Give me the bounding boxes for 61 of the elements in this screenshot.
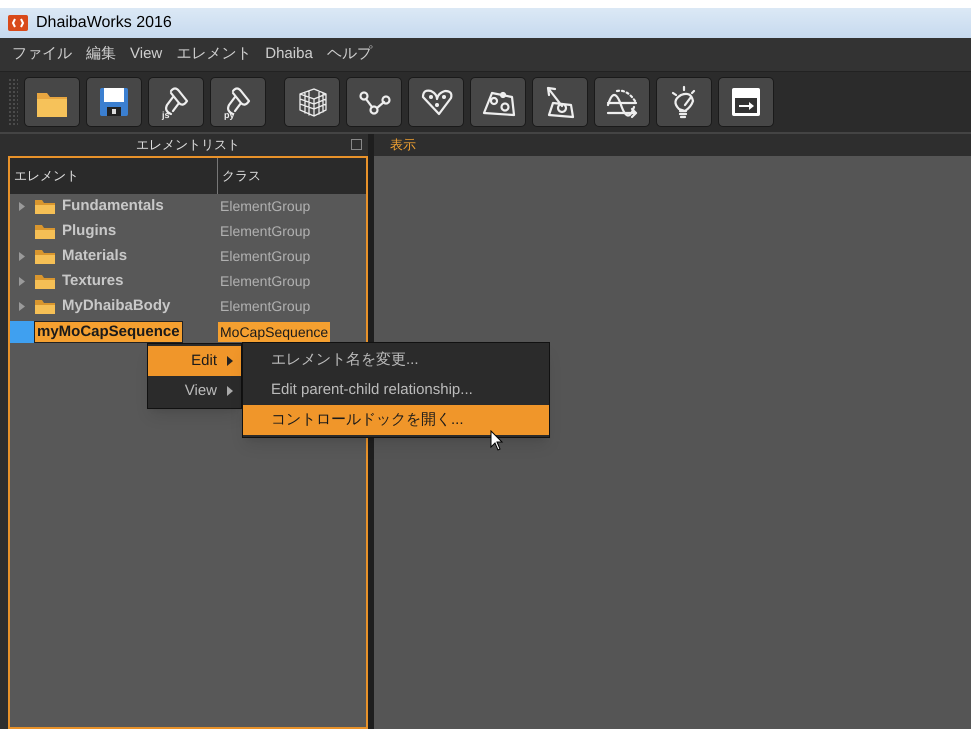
tree-row[interactable]: MyDhaibaBody ElementGroup	[10, 294, 366, 319]
folder-icon	[34, 248, 56, 264]
toolbar-button[interactable]: js	[148, 77, 204, 127]
menu-item[interactable]: Dhaiba	[265, 43, 313, 66]
element-name[interactable]: Plugins	[62, 220, 116, 243]
toolbar-button[interactable]	[470, 77, 526, 127]
folder-icon	[34, 198, 56, 214]
window-title: DhaibaWorks 2016	[36, 13, 172, 33]
menu-item[interactable]: View	[148, 376, 241, 406]
toolbar-button[interactable]	[408, 77, 464, 127]
tree-row[interactable]: Materials ElementGroup	[10, 244, 366, 269]
menu-item[interactable]: View	[130, 43, 162, 66]
toolbar-button[interactable]	[656, 77, 712, 127]
menu-item[interactable]: エレメント名を変更...	[243, 345, 549, 375]
submenu-arrow-icon	[227, 386, 233, 396]
element-class: ElementGroup	[219, 247, 312, 266]
element-name[interactable]: Textures	[62, 270, 124, 293]
menu-item[interactable]: 編集	[86, 43, 116, 66]
tree-row[interactable]: Textures ElementGroup	[10, 269, 366, 294]
element-name[interactable]: myMoCapSequence	[34, 320, 183, 342]
selection-marker	[10, 320, 34, 342]
menu-item[interactable]: コントロールドックを開く...	[243, 405, 549, 435]
element-name[interactable]: Fundamentals	[62, 195, 164, 218]
mouse-cursor-icon	[490, 430, 504, 452]
element-class: MoCapSequence	[218, 322, 330, 342]
app-icon	[8, 15, 28, 31]
panel-title: エレメントリスト	[136, 136, 240, 154]
toolbar-button[interactable]	[24, 77, 80, 127]
element-name[interactable]: MyDhaibaBody	[62, 295, 170, 318]
element-class: ElementGroup	[219, 272, 312, 291]
column-header[interactable]: エレメント	[10, 158, 218, 194]
toolbar-button[interactable]	[284, 77, 340, 127]
toolbar-button[interactable]	[532, 77, 588, 127]
toolbar-button[interactable]	[594, 77, 650, 127]
expand-arrow-icon[interactable]	[19, 252, 25, 261]
element-class: ElementGroup	[219, 197, 312, 216]
tree-row[interactable]: Plugins ElementGroup	[10, 219, 366, 244]
folder-icon	[34, 224, 56, 240]
panel-title[interactable]: 表示	[390, 135, 416, 155]
element-name[interactable]: Materials	[62, 245, 128, 268]
toolbar-button[interactable]	[346, 77, 402, 127]
menu-item[interactable]: Edit parent-child relationship...	[243, 375, 549, 405]
toolbar-button[interactable]	[718, 77, 774, 127]
expand-arrow-icon[interactable]	[19, 302, 25, 311]
menu-item[interactable]: ヘルプ	[326, 43, 372, 66]
column-header[interactable]: クラス	[218, 158, 366, 194]
folder-icon	[34, 274, 56, 290]
toolbar-button[interactable]	[86, 77, 142, 127]
menu-item[interactable]: ファイル	[12, 43, 72, 66]
expand-arrow-icon[interactable]	[19, 277, 25, 286]
expand-arrow-icon[interactable]	[19, 202, 25, 211]
menu-item[interactable]: エレメント	[176, 43, 252, 66]
element-class: ElementGroup	[219, 297, 312, 316]
tree-row[interactable]: Fundamentals ElementGroup	[10, 194, 366, 219]
submenu-arrow-icon	[227, 356, 233, 366]
float-icon[interactable]	[351, 139, 362, 150]
toolbar-grip	[8, 78, 18, 126]
folder-icon	[34, 298, 56, 314]
element-class: ElementGroup	[219, 222, 312, 241]
tree-row[interactable]: myMoCapSequence MoCapSequence	[10, 319, 366, 344]
menu-item[interactable]: Edit	[148, 346, 241, 376]
